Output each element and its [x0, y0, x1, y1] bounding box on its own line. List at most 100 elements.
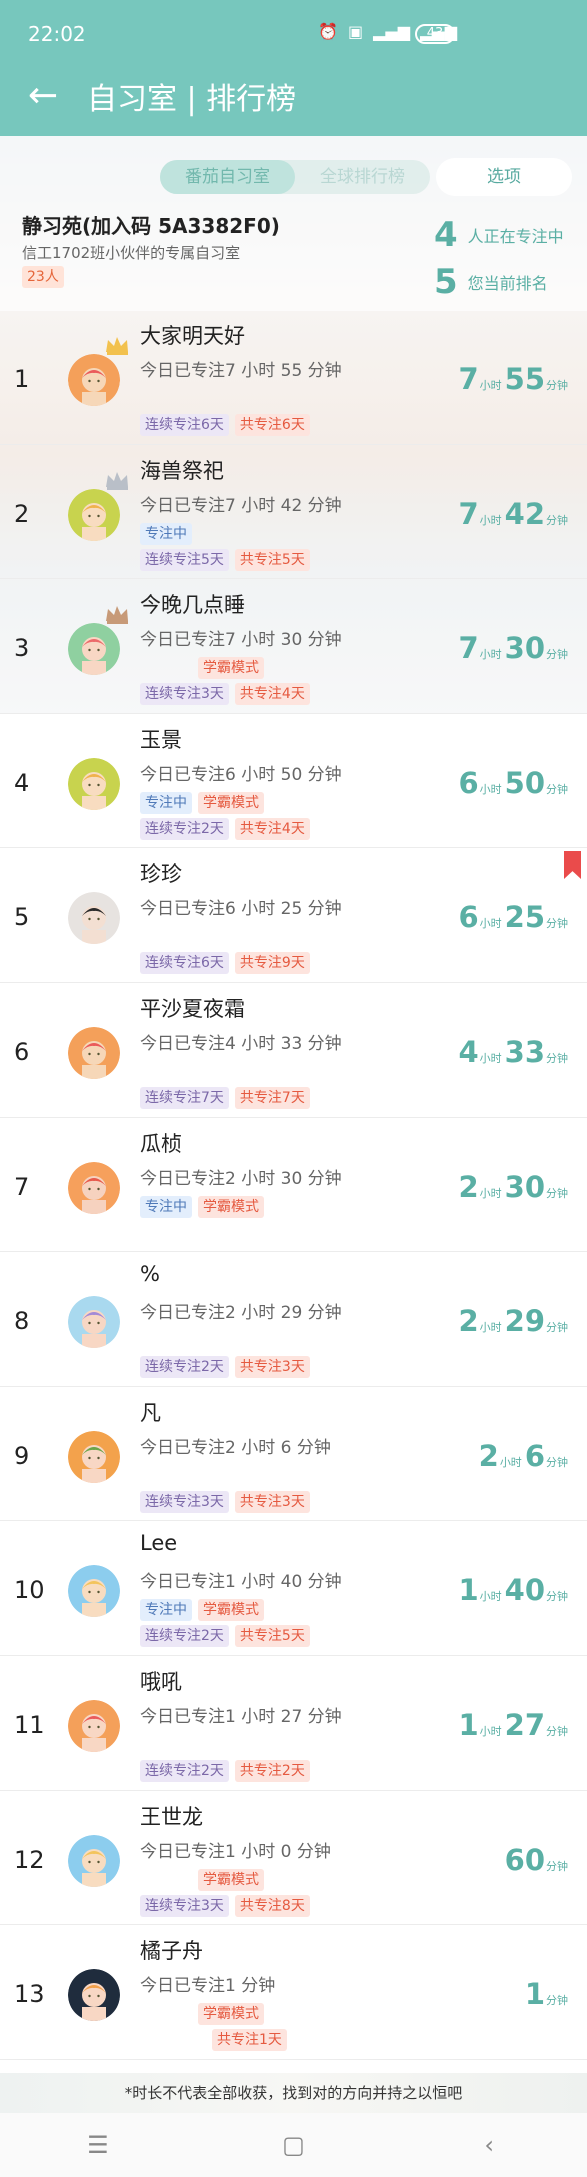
- minutes-unit: 分钟: [546, 1321, 568, 1335]
- focus-summary: 今日已专注7 小时 30 分钟: [140, 630, 342, 651]
- rank-row[interactable]: 8% 今日已专注2 小时 29 分钟 连续专注2天 共专注3天 2小时 29分钟: [0, 1252, 587, 1387]
- hours-value: 7: [458, 631, 479, 666]
- avatar[interactable]: [68, 1296, 120, 1349]
- rank-number: 5: [14, 903, 30, 932]
- status-tag: 专注中: [140, 1599, 192, 1622]
- streak-tag: 连续专注2天: [140, 1356, 229, 1379]
- minutes-value: 25: [504, 900, 545, 935]
- streak-tags: 连续专注6天 共专注9天: [140, 952, 310, 975]
- tab-global-rank[interactable]: 全球排行榜: [295, 160, 430, 194]
- minutes-unit: 分钟: [546, 1051, 568, 1065]
- rank-number: 7: [14, 1172, 30, 1201]
- rank-row[interactable]: 2 海兽祭祀 今日已专注7 小时 42 分钟 专注中 连续专注5天 共专注5天 7小时 42分…: [0, 444, 587, 580]
- hours-unit: 小时: [479, 513, 502, 527]
- room-description: 信工1702班小伙伴的专属自习室: [22, 244, 241, 262]
- rank-number: 2: [14, 499, 30, 528]
- rank-row[interactable]: 13 橘子舟今日已专注1 分钟专注中学霸模式连续专注共专注1天 1分钟: [0, 1925, 587, 2060]
- avatar[interactable]: [68, 354, 120, 406]
- status-tag: 专注中: [140, 522, 192, 545]
- my-rank: 5: [434, 262, 458, 302]
- rank-row[interactable]: 12 王世龙今日已专注1 小时 0 分钟专注中学霸模式连续专注3天共专注8天 60分…: [0, 1790, 587, 1926]
- avatar[interactable]: [68, 757, 120, 810]
- status-tag: 专注中: [140, 1195, 192, 1218]
- avatar[interactable]: [68, 1969, 120, 2022]
- focus-summary: 今日已专注2 小时 30 分钟: [140, 1168, 342, 1189]
- rank-row[interactable]: 9 凡今日已专注2 小时 6 分钟 连续专注3天 共专注3天 2小时 6分钟: [0, 1386, 587, 1522]
- back-icon[interactable]: ‹: [429, 2131, 549, 2159]
- status-tags: 专注中学霸模式: [140, 1599, 264, 1622]
- avatar[interactable]: [68, 1834, 120, 1887]
- status-tag: 学霸模式: [198, 1868, 264, 1891]
- rank-row[interactable]: 10 Lee 今日已专注1 小时 40 分钟 专注中 学霸模式 连续专注2天 共专注5天 1小…: [0, 1521, 587, 1656]
- avatar[interactable]: [68, 1026, 120, 1079]
- rank-row[interactable]: 6 平沙夏夜霜 今日已专注4 小时 33 分钟 连续专注7天 共专注7天 4小时 33分钟: [0, 982, 587, 1118]
- user-name: 瓜桢: [140, 1131, 182, 1156]
- streak-tag: 共专注5天: [234, 548, 310, 571]
- hours-unit: 小时: [479, 782, 502, 796]
- rank-number: 4: [14, 768, 30, 797]
- tab-switch: 番茄自习室 全球排行榜: [160, 160, 430, 194]
- hours-value: 1: [458, 1573, 479, 1608]
- user-name: 凡: [140, 1400, 161, 1425]
- avatar[interactable]: [68, 1161, 120, 1214]
- rank-row[interactable]: 7 瓜桢 今日已专注2 小时 30 分钟 专注中 学霸模式 2小时 30分钟: [0, 1117, 587, 1253]
- rank-row[interactable]: 1 大家明天好 今日已专注7 小时 55 分钟 连续专注6天 共专注6天 7小时 55分钟: [0, 310, 587, 445]
- rank-number: 13: [14, 1980, 45, 2009]
- streak-tag: 共专注5天: [234, 1625, 310, 1648]
- room-name: 静习苑(加入码 5A3382F0): [22, 214, 280, 238]
- arrow-left-icon[interactable]: ←: [28, 78, 58, 114]
- my-rank-stat: 5 您当前排名: [434, 262, 548, 302]
- options-button[interactable]: 选项: [436, 158, 572, 196]
- streak-tags: 连续专注2天 共专注2天: [140, 1759, 310, 1782]
- focus-duration: 2小时 30分钟: [458, 1170, 571, 1204]
- rank-row[interactable]: 11 哦吼 今日已专注1 小时 27 分钟 连续专注2天 共专注2天 1小时 27分钟: [0, 1655, 587, 1791]
- streak-tag: 共专注3天: [234, 1356, 310, 1379]
- tab-pomodoro-room[interactable]: 番茄自习室: [160, 160, 295, 194]
- menu-icon[interactable]: ☰: [38, 2131, 158, 2159]
- status-bar: 22:02 ⏰ ▣ ▂▄▆ ▂▄▆ 43: [0, 0, 587, 66]
- minutes-unit: 分钟: [546, 917, 568, 931]
- minutes-value: 33: [504, 1034, 545, 1069]
- streak-tag: 共专注9天: [234, 952, 310, 975]
- hours-value: 7: [458, 496, 479, 531]
- minutes-unit: 分钟: [546, 782, 568, 796]
- rank-number: 6: [14, 1037, 30, 1066]
- avatar[interactable]: [68, 1699, 120, 1752]
- rank-row[interactable]: 5 珍珍 今日已专注6 小时 25 分钟 连续专注6天 共专注9天 6小时 25分钟: [0, 848, 587, 983]
- crown-icon: [104, 334, 130, 356]
- focus-summary: 今日已专注1 小时 40 分钟: [140, 1572, 342, 1593]
- minutes-unit: 分钟: [546, 1186, 568, 1200]
- hours-unit: 小时: [479, 917, 502, 931]
- hours-unit: 小时: [479, 1186, 502, 1200]
- home-icon[interactable]: ▢: [233, 2131, 353, 2159]
- streak-tag: 连续专注6天: [140, 414, 229, 436]
- focus-duration: 7小时 30分钟: [458, 631, 571, 665]
- crown-icon: [104, 603, 130, 625]
- streak-tag: 共专注3天: [234, 1490, 310, 1513]
- focus-duration: 7小时 55分钟: [458, 362, 571, 396]
- streak-tag: 连续专注3天: [140, 683, 229, 706]
- minutes-value: 29: [504, 1304, 545, 1339]
- minutes-unit: 分钟: [546, 1455, 568, 1469]
- status-tags: 专注中学霸模式: [140, 2003, 264, 2026]
- user-name: 橘子舟: [140, 1939, 203, 1964]
- minutes-value: 42: [504, 496, 545, 531]
- hours-value: 7: [458, 362, 479, 396]
- rank-row[interactable]: 3 今晚几点睡今日已专注7 小时 30 分钟专注中学霸模式连续专注3天共专注4天 7…: [0, 579, 587, 714]
- focus-duration: 6小时 50分钟: [458, 766, 571, 800]
- streak-tag: 连续专注3天: [140, 1490, 229, 1513]
- 4g-signal-icon: ▂▄▆: [373, 22, 411, 41]
- minutes-unit: 分钟: [546, 648, 568, 662]
- user-name: 大家明天好: [140, 324, 245, 348]
- avatar[interactable]: [68, 892, 120, 945]
- avatar[interactable]: [68, 1565, 120, 1618]
- avatar[interactable]: [68, 488, 120, 541]
- streak-tag: 共专注2天: [234, 1759, 310, 1782]
- focus-summary: 今日已专注4 小时 33 分钟: [140, 1033, 342, 1054]
- clock: 22:02: [28, 22, 86, 46]
- rank-row[interactable]: 4 玉景 今日已专注6 小时 50 分钟 专注中 学霸模式 连续专注2天 共专注4天 6小时 5…: [0, 713, 587, 849]
- page-title: 自习室 | 排行榜: [87, 82, 297, 117]
- avatar[interactable]: [68, 1430, 120, 1483]
- minutes-value: 30: [504, 631, 545, 666]
- avatar[interactable]: [68, 623, 120, 676]
